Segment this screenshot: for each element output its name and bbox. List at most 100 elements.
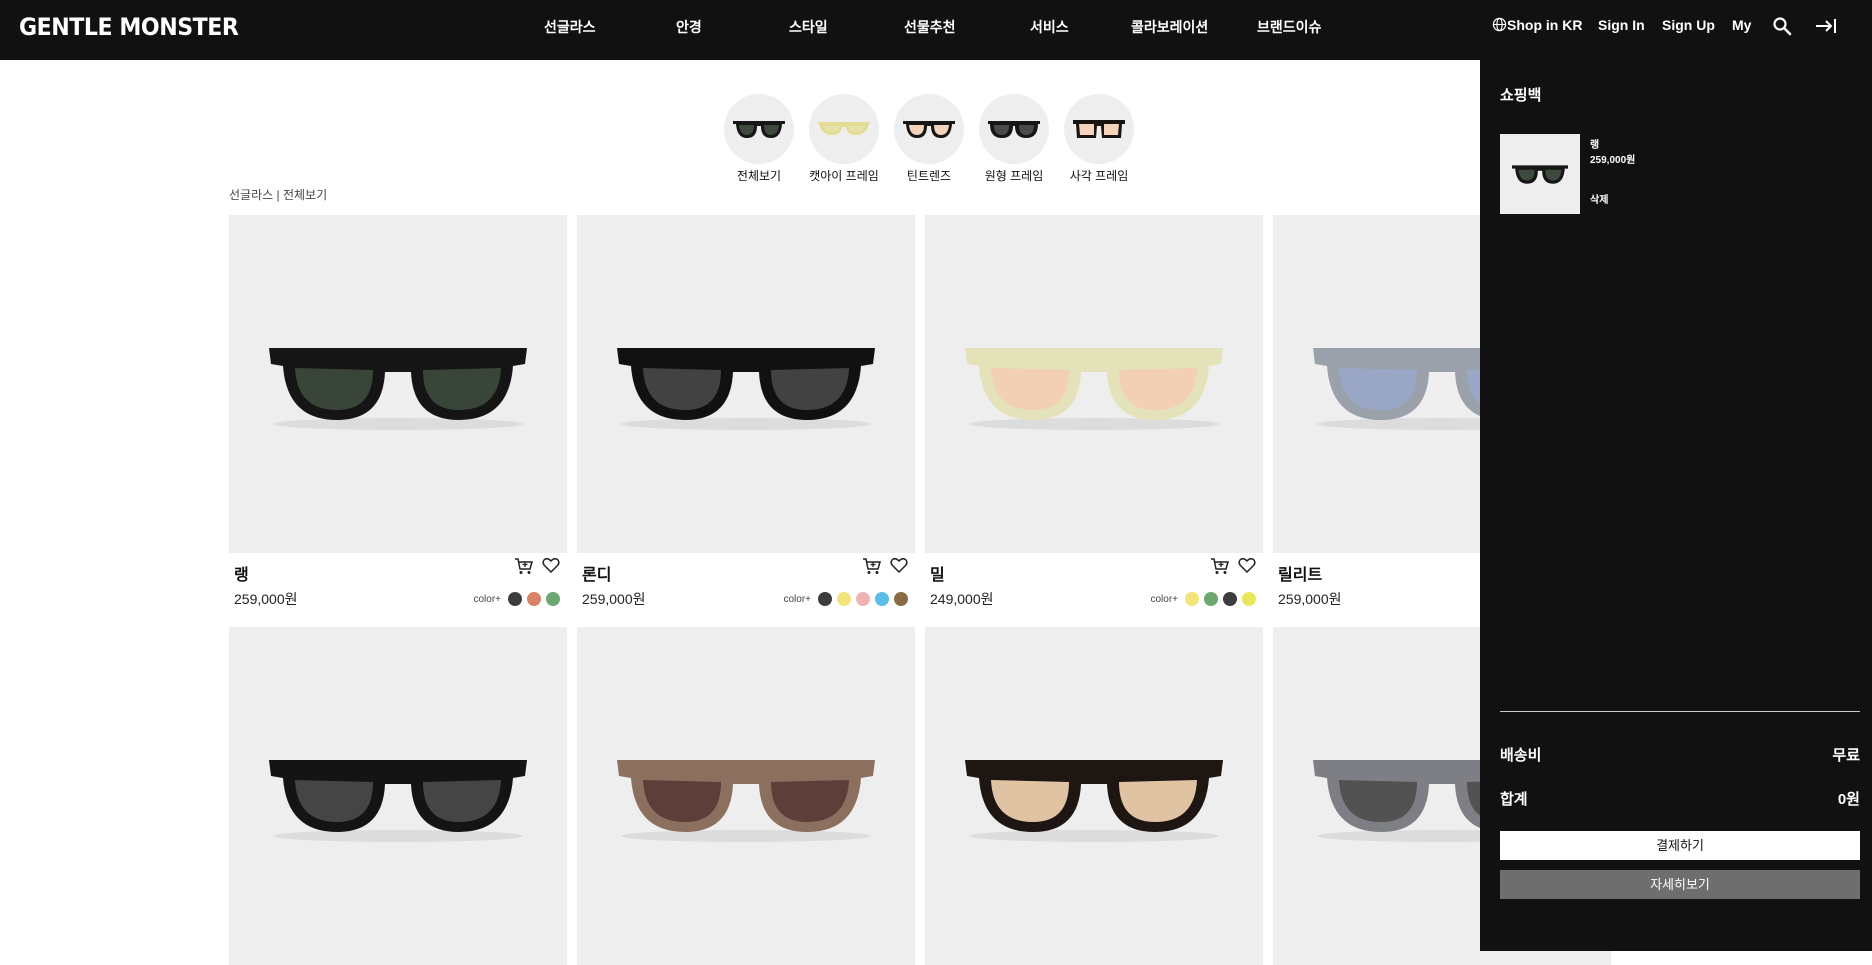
sunglasses-icon [733,121,785,138]
brand-logo[interactable]: GENTLE MONSTER [19,13,239,41]
sign-up-link[interactable]: Sign Up [1662,17,1715,33]
category-cateye[interactable]: 캣아이 프레임 [809,94,879,184]
view-details-button[interactable]: 자세히보기 [1500,870,1860,899]
product-image[interactable] [577,627,915,965]
color-options: color+ [473,592,560,606]
color-swatch[interactable] [508,592,522,606]
shipping-label: 배송비 [1500,747,1542,764]
color-more-label[interactable]: color+ [473,594,501,605]
sign-in-link[interactable]: Sign In [1598,17,1645,33]
color-swatch[interactable] [527,592,541,606]
category-round[interactable]: 원형 프레임 [979,94,1049,184]
product-name[interactable]: 랭 [234,561,249,585]
product-card[interactable] [229,627,567,965]
heart-icon [1238,557,1256,574]
product-name[interactable]: 론디 [582,561,611,585]
my-link[interactable]: My [1732,17,1751,33]
nav-service[interactable]: 서비스 [1030,17,1069,37]
product-image[interactable] [925,627,1263,965]
checkout-button[interactable]: 결제하기 [1500,831,1860,860]
breadcrumb: 선글라스 | 전체보기 [229,188,328,202]
product-image[interactable] [925,215,1263,553]
add-to-cart-button[interactable] [862,557,882,580]
sunglasses-icon [818,122,870,136]
product-card[interactable]: 밀 249,000원 color+ [925,215,1263,607]
category-all[interactable]: 전체보기 [724,94,794,184]
cart-item-name: 랭 [1590,140,1600,151]
category-square[interactable]: 사각 프레임 [1064,94,1134,184]
nav-gift[interactable]: 선물추천 [904,17,956,37]
heart-icon [890,557,908,574]
product-name[interactable]: 밀 [930,561,945,585]
drawer-title: 쇼핑백 [1500,87,1542,104]
shipping-row: 배송비 무료 [1500,744,1860,765]
total-label: 합계 [1500,791,1528,808]
sunglasses-image [965,760,1223,842]
nav-glasses[interactable]: 안경 [676,17,702,37]
add-to-cart-button[interactable] [1210,557,1230,580]
category-thumbnail [1064,94,1134,164]
color-swatch[interactable] [856,592,870,606]
color-more-label[interactable]: color+ [1150,594,1178,605]
category-thumbnail [809,94,879,164]
product-card[interactable] [925,627,1263,965]
sunglasses-image [269,348,527,430]
add-to-cart-button[interactable] [514,557,534,580]
color-swatch[interactable] [546,592,560,606]
category-label: 원형 프레임 [984,169,1044,183]
wishlist-button[interactable] [890,557,908,580]
product-card[interactable]: 론디 259,000원 color+ [577,215,915,607]
product-image[interactable] [229,627,567,965]
product-name[interactable]: 릴리트 [1278,561,1322,585]
cart-item-thumbnail[interactable] [1500,134,1580,214]
product-card[interactable] [577,627,915,965]
category-label: 전체보기 [736,169,782,183]
product-card[interactable]: 랭 259,000원 color+ [229,215,567,607]
category-label: 틴트렌즈 [906,169,952,183]
shipping-value: 무료 [1832,747,1860,764]
color-swatch[interactable] [894,592,908,606]
color-swatch[interactable] [1204,592,1218,606]
color-swatch[interactable] [1242,592,1256,606]
divider [1500,711,1860,712]
total-row: 합계 0원 [1500,788,1860,809]
color-swatch[interactable] [818,592,832,606]
remove-item-button[interactable]: 삭제 [1590,191,1608,206]
arrow-right-bar-icon [1816,19,1836,34]
wishlist-button[interactable] [1238,557,1256,580]
shopping-bag-drawer: 쇼핑백 랭 259,000원 삭제 배송비 무료 합계 0원 결제하기 자세히보… [1480,60,1872,951]
product-image[interactable] [577,215,915,553]
sunglasses-icon [1073,120,1125,138]
cart-icon [863,558,881,574]
product-actions [514,557,560,580]
product-actions [1210,557,1256,580]
sunglasses-icon [1512,165,1568,184]
color-swatch[interactable] [875,592,889,606]
nav-collaboration[interactable]: 콜라보레이션 [1131,17,1208,37]
cart-item-price: 259,000원 [1590,155,1636,166]
shop-region-label: Shop in KR [1507,17,1583,33]
color-swatch[interactable] [837,592,851,606]
color-options: color+ [1150,592,1256,606]
color-swatch[interactable] [1185,592,1199,606]
cart-icon [515,558,533,574]
category-label: 사각 프레임 [1069,169,1129,183]
sunglasses-image [617,760,875,842]
top-navigation-bar: GENTLE MONSTER 선글라스 안경 스타일 선물추천 서비스 콜라보레… [0,0,1872,60]
category-label: 캣아이 프레임 [809,169,879,183]
sunglasses-image [269,760,527,842]
search-button[interactable] [1772,16,1792,36]
wishlist-button[interactable] [542,557,560,580]
color-swatch[interactable] [1223,592,1237,606]
product-image[interactable] [229,215,567,553]
close-drawer-button[interactable] [1815,17,1837,35]
nav-style[interactable]: 스타일 [789,17,828,37]
nav-sunglasses[interactable]: 선글라스 [544,17,596,37]
category-tint[interactable]: 틴트렌즈 [894,94,964,184]
total-value: 0원 [1837,791,1860,808]
sunglasses-image [617,348,875,430]
color-more-label[interactable]: color+ [783,594,811,605]
product-price: 259,000원 [1278,591,1342,607]
nav-brand-issue[interactable]: 브랜드이슈 [1257,17,1321,37]
shop-region-link[interactable]: Shop in KR [1492,17,1582,33]
